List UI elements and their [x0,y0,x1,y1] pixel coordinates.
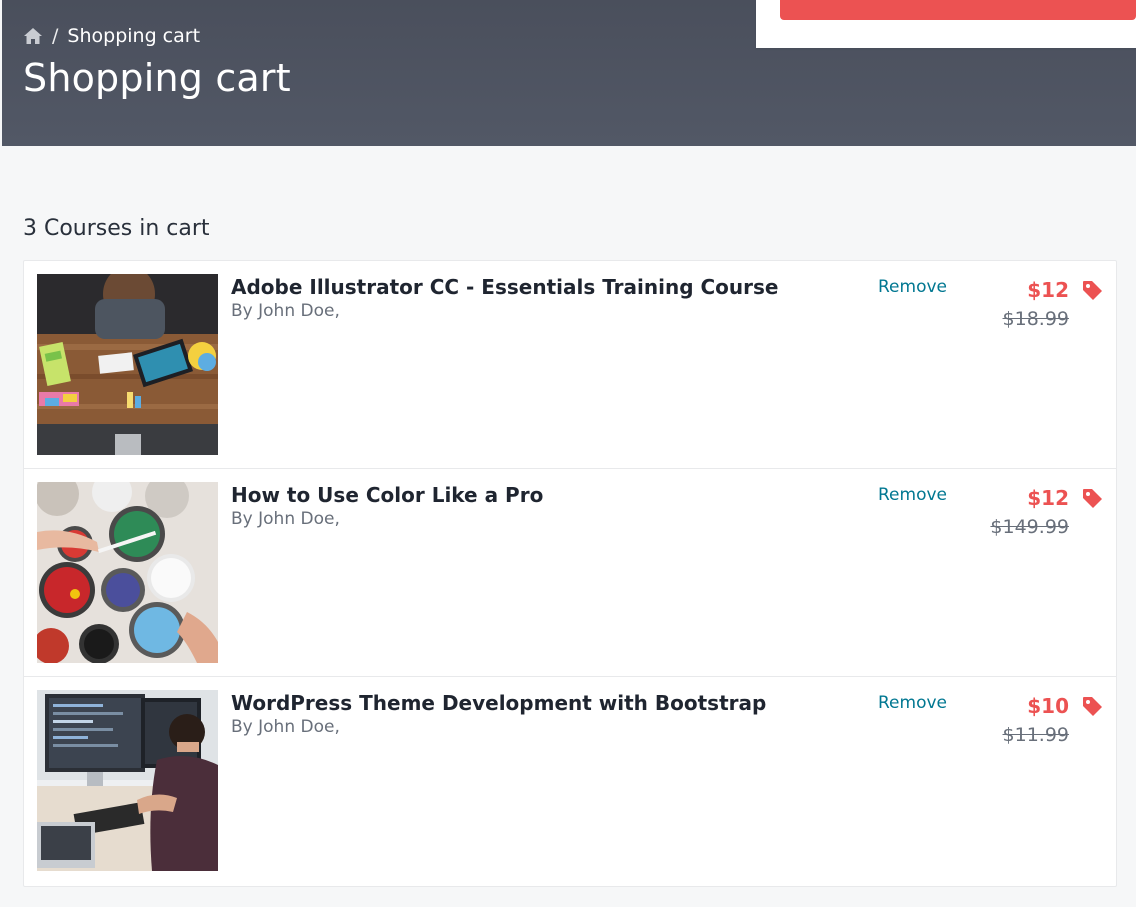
price-tag-icon [1082,696,1103,717]
course-thumbnail[interactable] [37,690,218,871]
course-title[interactable]: Adobe Illustrator CC - Essentials Traini… [231,275,778,299]
course-original-price: $11.99 [1002,724,1069,746]
remove-button[interactable]: Remove [878,277,947,297]
course-author: By John Doe, [231,717,340,737]
course-original-price: $149.99 [990,516,1069,538]
cart-item: Adobe Illustrator CC - Essentials Traini… [24,261,1116,469]
course-author: By John Doe, [231,509,340,529]
page-title: Shopping cart [23,56,291,100]
remove-button[interactable]: Remove [878,485,947,505]
cart-item: WordPress Theme Development with Bootstr… [24,677,1116,885]
breadcrumb: / Shopping cart [23,24,200,48]
course-price: $12 [1027,278,1069,302]
cart-list: Adobe Illustrator CC - Essentials Traini… [23,260,1117,887]
cart-count: 3 Courses in cart [23,216,210,241]
course-title[interactable]: How to Use Color Like a Pro [231,483,543,507]
course-price: $10 [1027,694,1069,718]
breadcrumb-separator: / [52,25,59,47]
remove-button[interactable]: Remove [878,693,947,713]
top-action-button[interactable] [780,0,1136,20]
course-thumbnail[interactable] [37,482,218,663]
price-tag-icon [1082,280,1103,301]
home-icon[interactable] [23,27,43,45]
course-price: $12 [1027,486,1069,510]
course-thumbnail[interactable] [37,274,218,455]
course-author: By John Doe, [231,301,340,321]
course-original-price: $18.99 [1002,308,1069,330]
cart-item: How to Use Color Like a Pro By John Doe,… [24,469,1116,677]
breadcrumb-current: Shopping cart [67,25,201,47]
price-tag-icon [1082,488,1103,509]
course-title[interactable]: WordPress Theme Development with Bootstr… [231,691,766,715]
